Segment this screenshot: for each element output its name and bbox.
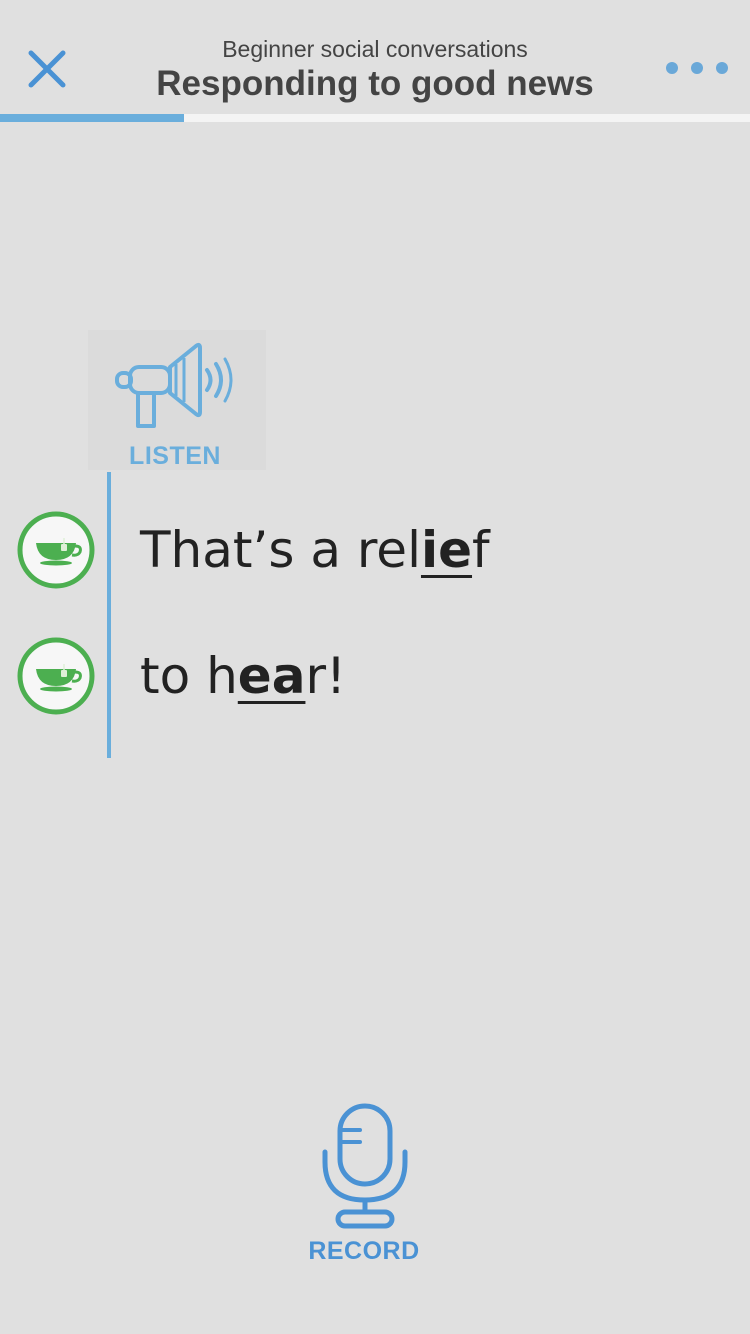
megaphone-icon: [115, 342, 233, 428]
progress-bar: [0, 114, 750, 122]
lesson-subtitle: Beginner social conversations: [222, 36, 528, 62]
phrase-text-pre: to h: [140, 647, 238, 705]
phrase-text: That’s a relief: [140, 516, 490, 584]
microphone-icon: [322, 1103, 408, 1229]
more-options-button[interactable]: [666, 54, 728, 82]
more-dots-icon: [691, 62, 703, 74]
record-label: RECORD: [308, 1237, 420, 1265]
phrase-row[interactable]: That’s a relief: [0, 510, 750, 590]
phrase-row[interactable]: to hear!: [0, 636, 750, 716]
phrase-text-post: f: [472, 521, 490, 579]
more-dots-icon: [716, 62, 728, 74]
lesson-screen: Beginner social conversations Responding…: [0, 0, 750, 1334]
phrase-text-pre: That’s a rel: [140, 521, 421, 579]
teacup-icon: [17, 511, 95, 589]
teacup-icon: [17, 637, 95, 715]
phrase-highlight: ea: [237, 647, 306, 705]
more-dots-icon: [666, 62, 678, 74]
phrase-highlight: ie: [420, 521, 473, 579]
progress-fill: [0, 114, 184, 122]
listen-button[interactable]: LISTEN: [88, 330, 266, 470]
listen-label: LISTEN: [129, 442, 221, 470]
lesson-title: Responding to good news: [156, 64, 594, 103]
phrase-text: to hear!: [140, 642, 346, 710]
record-button[interactable]: RECORD: [300, 1100, 430, 1270]
phrase-text-post: r!: [305, 647, 347, 705]
